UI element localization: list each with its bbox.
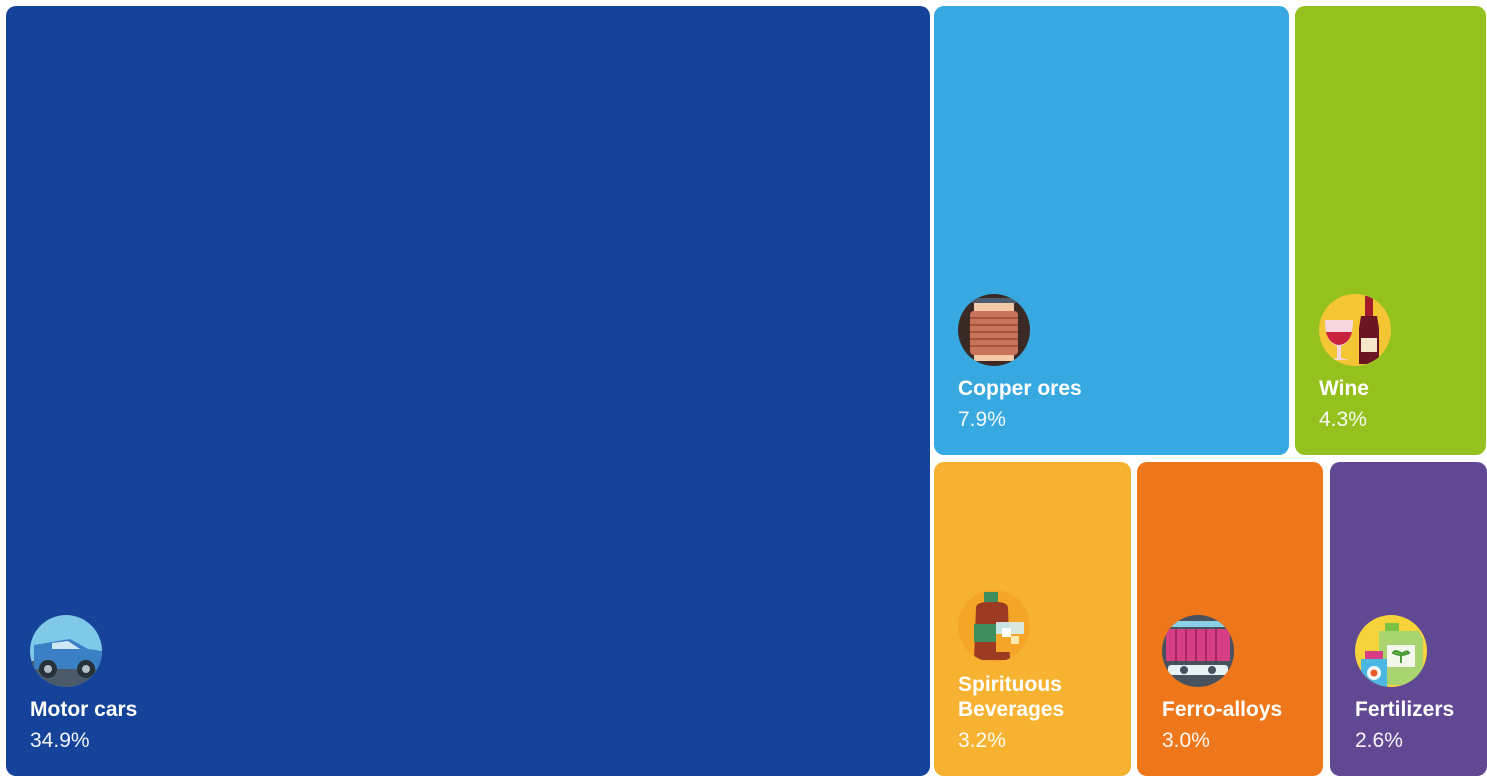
tile-label: Fertilizers: [1355, 698, 1455, 721]
tile-label: Motor cars: [30, 698, 138, 721]
tile-value: 4.3%: [1319, 408, 1367, 431]
tile-label: Copper ores: [958, 377, 1082, 400]
tile-label: Wine: [1319, 377, 1369, 400]
liquor-glass-icon: [958, 590, 1030, 662]
tile-fertilizers[interactable]: Fertilizers 2.6%: [1330, 462, 1487, 776]
tile-value: 34.9%: [30, 729, 90, 752]
tile-spirituous-beverages[interactable]: Spirituous Beverages 3.2%: [934, 462, 1131, 776]
tile-content: Wine 4.3%: [1319, 294, 1478, 433]
tile-content: Motor cars 34.9%: [30, 615, 922, 754]
tile-wine[interactable]: Wine 4.3%: [1295, 6, 1486, 455]
car-icon: [30, 615, 102, 687]
tile-content: Fertilizers 2.6%: [1355, 615, 1479, 754]
tile-value: 2.6%: [1355, 729, 1403, 752]
tile-value: 3.2%: [958, 729, 1006, 752]
copper-coil-icon: [958, 294, 1030, 366]
tile-value: 3.0%: [1162, 729, 1210, 752]
tile-motor-cars[interactable]: Motor cars 34.9%: [6, 6, 930, 776]
tile-label: Ferro-alloys: [1162, 698, 1283, 721]
wine-bottle-icon: [1319, 294, 1391, 366]
fertilizer-jug-icon: [1355, 615, 1427, 687]
tile-value: 7.9%: [958, 408, 1006, 431]
tile-label: Spirituous Beverages: [958, 673, 1065, 721]
tile-content: Copper ores 7.9%: [958, 294, 1281, 433]
tile-copper-ores[interactable]: Copper ores 7.9%: [934, 6, 1289, 455]
tile-content: Spirituous Beverages 3.2%: [958, 590, 1123, 754]
tile-content: Ferro-alloys 3.0%: [1162, 615, 1315, 754]
mine-cart-icon: [1162, 615, 1234, 687]
tile-ferro-alloys[interactable]: Ferro-alloys 3.0%: [1137, 462, 1323, 776]
